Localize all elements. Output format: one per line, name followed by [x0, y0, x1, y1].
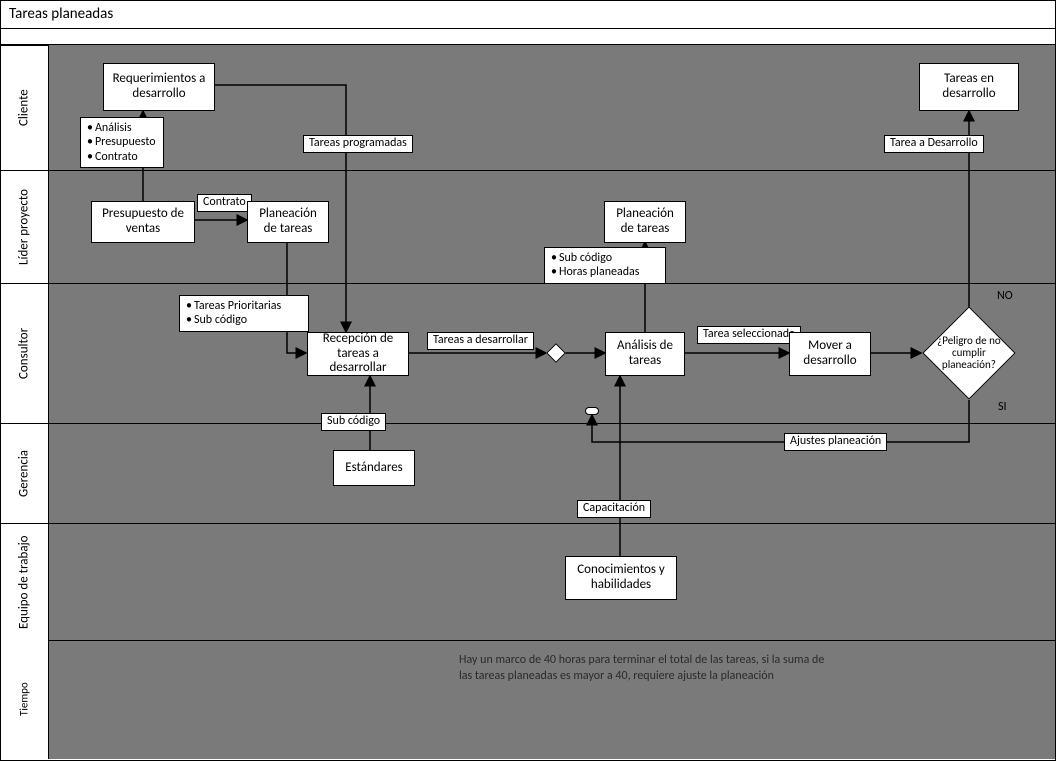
note-tiempo: Hay un marco de 40 horas para terminar e…	[459, 653, 839, 684]
bullet: Contrato	[87, 150, 157, 164]
label-tarea-a-desarrollo: Tarea a Desarrollo	[884, 135, 984, 153]
data-analisis-presupuesto-contrato: Análisis Presupuesto Contrato	[80, 117, 164, 168]
gateway-icon	[546, 343, 566, 363]
diagram-body: Cliente Líder proyecto Consultor Gerenci…	[1, 45, 1055, 759]
box-recepcion: Recepción de tareas a desarrollar	[307, 332, 409, 376]
lane-cliente: Cliente	[1, 45, 48, 170]
lane-tiempo: Tiempo	[1, 640, 48, 759]
bullet: Presupuesto	[87, 135, 157, 149]
box-estandares: Estándares	[333, 450, 415, 486]
bullet: Tareas Prioritarias	[186, 299, 302, 313]
label-tarea-seleccionada: Tarea seleccionada	[697, 326, 801, 344]
box-conocimientos: Conocimientos y habilidades	[565, 556, 677, 600]
bullet: Horas planeadas	[551, 265, 659, 279]
lane-sep	[49, 523, 1055, 524]
diagram-title: Tareas planeadas	[1, 1, 1055, 29]
decision-text: ¿Peligro de no cumplir planeación?	[937, 335, 1001, 371]
data-subcodigo-horas: Sub código Horas planeadas	[544, 247, 666, 284]
dock-icon	[585, 407, 599, 415]
box-requerimientos: Requerimientos a desarrollo	[103, 63, 215, 111]
box-mover: Mover a desarrollo	[789, 332, 871, 376]
bullet: Sub código	[186, 313, 302, 327]
label-contrato: Contrato	[197, 194, 252, 212]
diagram-frame: Tareas planeadas Cliente Líder proyecto …	[0, 0, 1056, 761]
box-planeacion-1: Planeación de tareas	[247, 201, 329, 243]
data-tareas-prioritarias: Tareas Prioritarias Sub código	[179, 295, 309, 332]
diagram-canvas: Requerimientos a desarrollo Análisis Pre…	[49, 45, 1055, 759]
box-tareas-desarrollo: Tareas en desarrollo	[919, 63, 1019, 111]
lane-consultor: Consultor	[1, 283, 48, 423]
box-presupuesto: Presupuesto de ventas	[91, 201, 195, 243]
spacer	[1, 29, 1055, 45]
label-capacitacion: Capacitación	[577, 500, 651, 518]
lane-sep	[49, 423, 1055, 424]
label-si: SI	[998, 401, 1007, 415]
lane-equipo: Equipo de trabajo	[1, 523, 48, 640]
lane-gerencia: Gerencia	[1, 423, 48, 523]
label-tareas-a-desarrollar: Tareas a desarrollar	[427, 332, 534, 350]
box-analisis: Análisis de tareas	[605, 332, 685, 376]
label-no: NO	[997, 290, 1013, 304]
lane-lider: Líder proyecto	[1, 170, 48, 283]
lane-sep	[49, 170, 1055, 171]
decision-peligro: ¿Peligro de no cumplir planeación?	[922, 306, 1015, 399]
label-tareas-programadas: Tareas programadas	[303, 135, 413, 153]
bullet: Análisis	[87, 121, 157, 135]
lane-labels: Cliente Líder proyecto Consultor Gerenci…	[1, 45, 49, 759]
label-ajustes: Ajustes planeación	[784, 433, 887, 451]
box-planeacion-2: Planeación de tareas	[604, 201, 686, 243]
label-subcodigo: Sub código	[321, 413, 386, 431]
lane-sep	[49, 640, 1055, 641]
bullet: Sub código	[551, 251, 659, 265]
